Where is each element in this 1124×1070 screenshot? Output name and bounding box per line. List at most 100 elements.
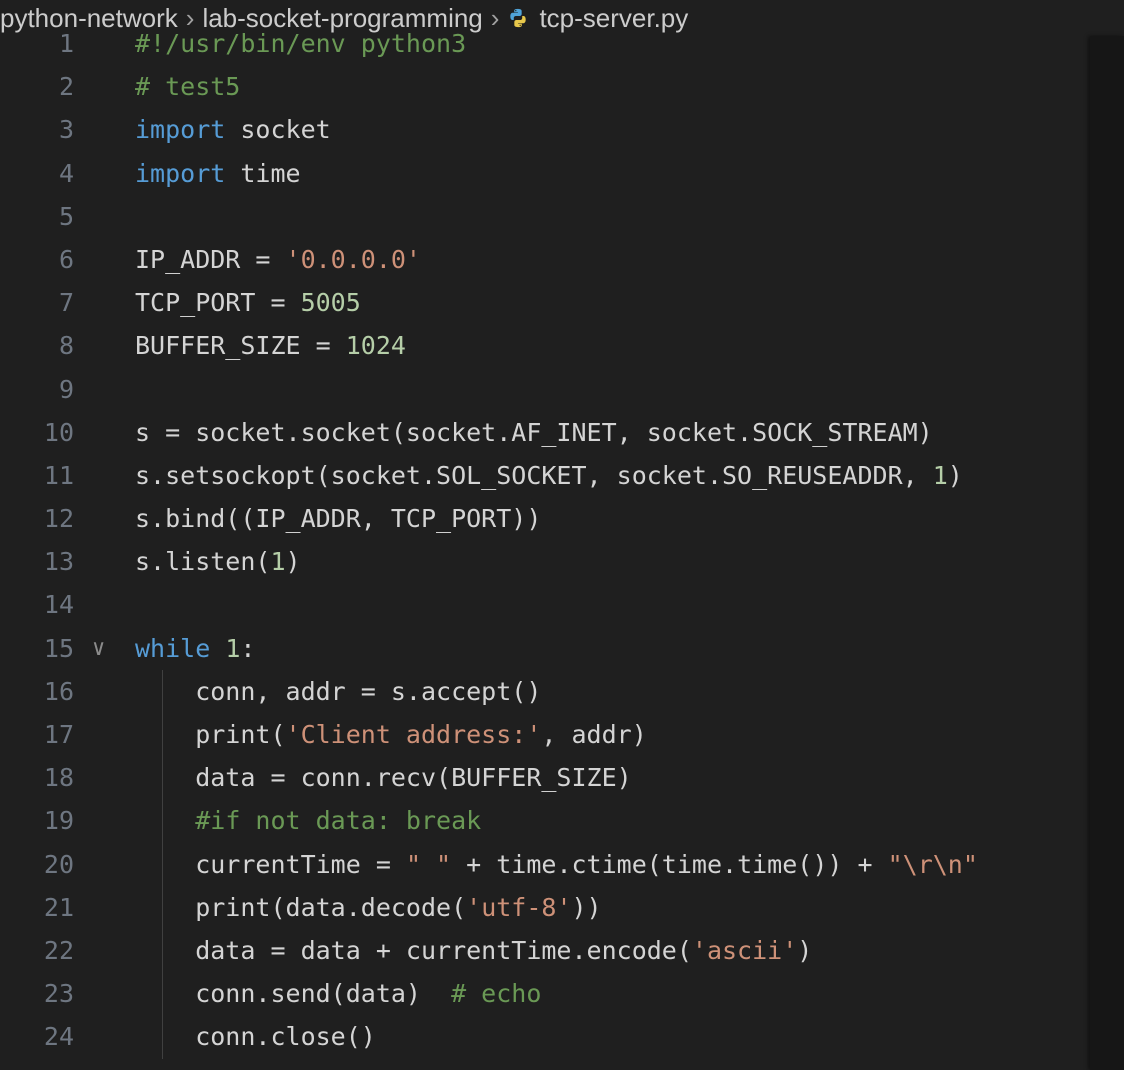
code-token: 1 [270, 547, 286, 577]
code-line[interactable]: 11 s.setsockopt(socket.SOL_SOCKET, socket… [0, 454, 1090, 497]
code-token: while [135, 633, 211, 663]
line-number: 13 [43, 547, 74, 577]
code-line[interactable]: 14 [0, 583, 1090, 626]
code-line[interactable]: 13 s.listen(1) [0, 540, 1090, 583]
line-number: 1 [58, 29, 74, 58]
code-token: s = socket.socket(socket.AF_INET, socket… [135, 417, 933, 447]
code-text: s.bind((IP_ADDR, TCP_PORT)) [135, 497, 541, 540]
code-token: "\r\n" [887, 849, 978, 879]
code-line[interactable]: 16 conn, addr = s.accept() [0, 669, 1090, 713]
code-line[interactable]: 23 conn.send(data) # echo [0, 972, 1090, 1016]
code-token: data = data + currentTime.encode( [135, 935, 692, 965]
line-number: 9 [58, 374, 74, 404]
code-text: conn.close() [135, 1015, 376, 1058]
code-line[interactable]: 15 ∨ while 1: [0, 627, 1090, 670]
code-token: conn.send(data) [135, 979, 452, 1009]
code-text: while 1: [135, 627, 255, 670]
code-token: # echo [451, 979, 542, 1009]
code-text: data = conn.recv(BUFFER_SIZE) [135, 756, 632, 799]
code-line[interactable]: 7 TCP_PORT = 5005 [0, 281, 1090, 324]
code-token: currentTime = [135, 849, 406, 879]
code-token: print(data.decode( [135, 892, 467, 922]
code-text: import time [135, 152, 301, 195]
code-line[interactable]: 21 print(data.decode('utf-8')) [0, 885, 1090, 929]
line-number: 2 [58, 72, 74, 102]
line-number: 6 [58, 244, 74, 274]
line-number: 7 [58, 288, 74, 318]
code-token: print( [135, 720, 286, 749]
code-line[interactable]: 22 data = data + currentTime.encode('asc… [0, 928, 1090, 973]
line-number: 8 [58, 331, 74, 361]
code-token: ) [285, 547, 301, 577]
code-token: IP_ADDR = [135, 244, 286, 274]
vertical-scrollbar[interactable] [1090, 36, 1124, 1070]
code-token: BUFFER_SIZE = [135, 331, 346, 361]
code-line[interactable]: 9 [0, 368, 1090, 411]
code-token: " " [405, 849, 452, 879]
code-token: time [225, 158, 301, 188]
code-text: data = data + currentTime.encode('ascii'… [135, 929, 812, 972]
line-number: 14 [43, 590, 74, 620]
line-number: 23 [43, 979, 74, 1009]
code-token: import [135, 115, 226, 145]
code-text: #!/usr/bin/env python3 [135, 22, 466, 65]
line-number: 3 [58, 115, 74, 145]
code-text: #if not data: break [135, 799, 481, 842]
code-line[interactable]: 2 # test5 [0, 65, 1090, 108]
code-line[interactable]: 24 conn.close() [0, 1015, 1090, 1059]
code-line[interactable]: 3 import socket [0, 108, 1090, 151]
code-line[interactable]: 20 currentTime = " " + time.ctime(time.t… [0, 842, 1090, 886]
code-token: 'ascii' [691, 935, 798, 965]
code-token: 'Client address:' [285, 720, 542, 749]
code-token: TCP_PORT = [135, 288, 301, 318]
line-number: 11 [43, 460, 74, 490]
code-text: s.listen(1) [135, 540, 301, 583]
code-token: #!/usr/bin/env python3 [135, 29, 467, 58]
line-number: 4 [58, 158, 74, 188]
code-line[interactable]: 4 import time [0, 152, 1090, 195]
code-token: socket [225, 115, 331, 145]
code-editor[interactable]: python-network › lab-socket-programming … [0, 0, 1124, 1070]
code-line[interactable]: 6 IP_ADDR = '0.0.0.0' [0, 238, 1090, 281]
code-token: 'utf-8' [466, 892, 572, 922]
code-token: '0.0.0.0' [285, 244, 421, 274]
code-line[interactable]: 5 [0, 195, 1090, 238]
code-token: ) [947, 460, 963, 490]
code-text: s = socket.socket(socket.AF_INET, socket… [135, 411, 933, 454]
code-line[interactable]: 17 print('Client address:', addr) [0, 713, 1090, 757]
code-area[interactable]: 1 #!/usr/bin/env python3 2 # test5 3 import s… [0, 22, 1090, 1059]
code-token: s.listen( [135, 547, 271, 577]
code-text: currentTime = " " + time.ctime(time.time… [135, 843, 978, 886]
code-token: ) [797, 935, 813, 965]
code-text: print('Client address:', addr) [135, 713, 647, 756]
code-token: #if not data: break [195, 806, 482, 836]
code-token: , addr) [541, 720, 647, 749]
code-token: 5005 [300, 288, 361, 318]
line-number: 5 [58, 201, 74, 231]
line-number: 19 [43, 806, 74, 836]
code-token: conn, addr = s.accept() [135, 676, 542, 706]
code-token: data = conn.recv(BUFFER_SIZE) [135, 763, 632, 793]
code-text: # test5 [135, 65, 240, 108]
code-token: conn.close() [135, 1022, 376, 1052]
code-line[interactable]: 18 data = conn.recv(BUFFER_SIZE) [0, 756, 1090, 800]
code-line[interactable]: 8 BUFFER_SIZE = 1024 [0, 324, 1090, 367]
line-number: 24 [43, 1022, 74, 1052]
code-line[interactable]: 12 s.bind((IP_ADDR, TCP_PORT)) [0, 497, 1090, 540]
line-number: 10 [43, 417, 74, 447]
code-token: 1024 [345, 331, 406, 361]
code-text: print(data.decode('utf-8')) [135, 886, 602, 929]
code-line[interactable]: 10 s = socket.socket(socket.AF_INET, sock… [0, 411, 1090, 454]
code-line[interactable]: 1 #!/usr/bin/env python3 [0, 22, 1090, 65]
code-text: import socket [135, 108, 331, 151]
line-number: 12 [43, 504, 74, 534]
code-line[interactable]: 19 #if not data: break [0, 799, 1090, 843]
chevron-down-icon[interactable]: ∨ [92, 627, 105, 670]
line-number: 22 [43, 935, 74, 965]
code-token: )) [571, 892, 602, 922]
code-token: + time.ctime(time.time()) + [451, 849, 888, 879]
code-token: : [240, 633, 256, 663]
code-token: 1 [932, 460, 948, 490]
